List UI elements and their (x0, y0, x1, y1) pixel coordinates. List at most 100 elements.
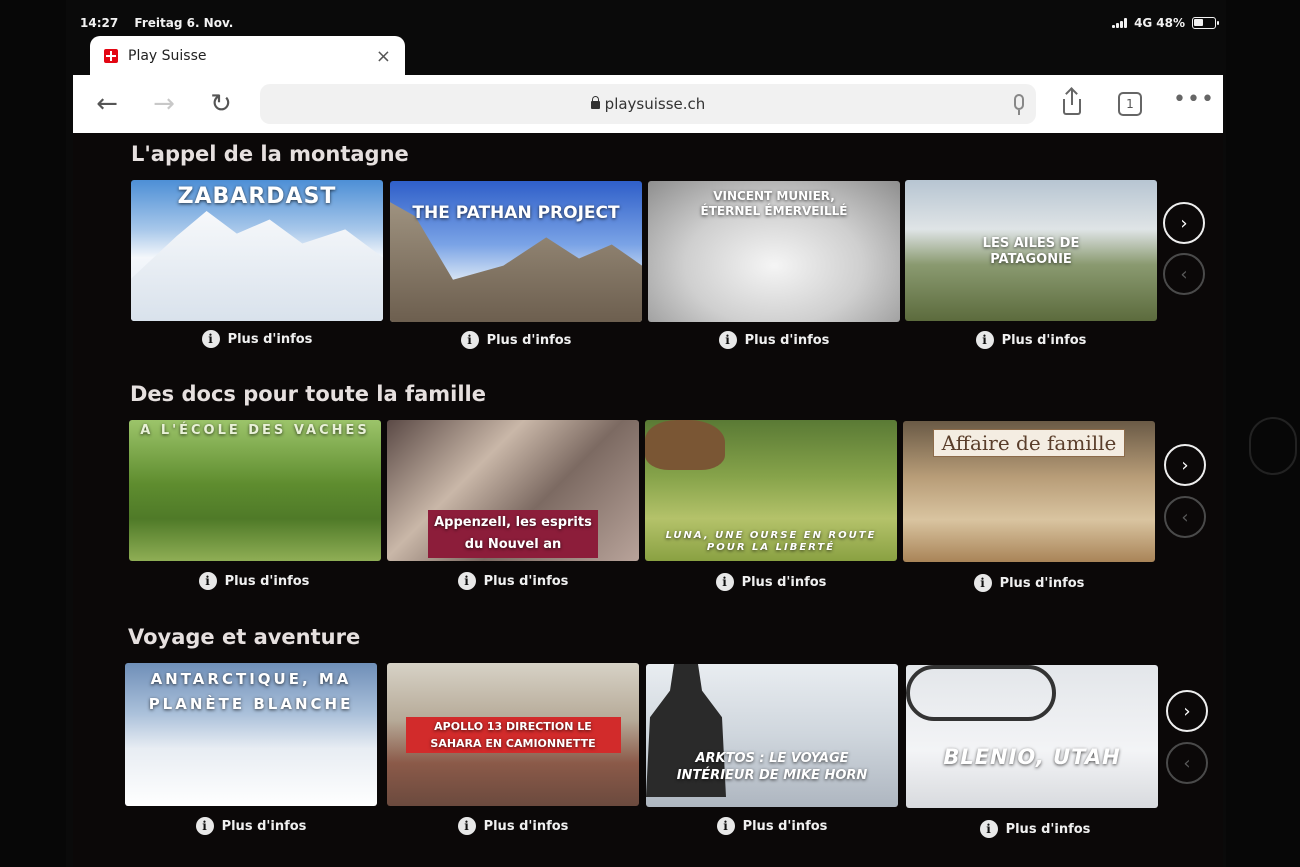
tab-title: Play Suisse (128, 48, 207, 64)
lock-icon (590, 96, 600, 109)
more-info-link[interactable]: i Plus d'infos (125, 817, 377, 835)
card-title: LES AILES DE PATAGONIE (982, 236, 1080, 267)
card-title: APOLLO 13 DIRECTION LE SAHARA EN CAMIONN… (387, 717, 639, 753)
carousel-next-button[interactable]: › (1166, 690, 1208, 732)
more-info-link[interactable]: i Plus d'infos (131, 330, 383, 348)
info-icon: i (975, 331, 994, 349)
section-title: L'appel de la montagne (131, 142, 409, 166)
info-icon: i (718, 331, 737, 349)
more-info-label: Plus d'infos (744, 332, 830, 348)
more-info-link[interactable]: i Plus d'infos (646, 817, 898, 835)
status-right: 4G 48% (1112, 16, 1219, 30)
ipad-side-button (1249, 417, 1297, 475)
card-zabardast[interactable]: ZABARDAST (131, 180, 383, 321)
card-antarctique[interactable]: ANTARCTIQUE, MA PLANÈTE BLANCHE (125, 663, 377, 806)
battery-percent: 48% (1156, 16, 1185, 30)
info-icon: i (198, 572, 217, 590)
more-info-label: Plus d'infos (741, 574, 827, 590)
forward-button[interactable]: → (147, 87, 181, 121)
status-time: 14:27 (80, 16, 119, 30)
card-title: ZABARDAST (177, 184, 337, 209)
carousel-next-button[interactable]: › (1163, 202, 1205, 244)
info-icon: i (979, 820, 998, 838)
section-title: Des docs pour toute la famille (130, 382, 486, 406)
card-title-text: Appenzell, les esprits du Nouvel an (428, 510, 598, 558)
card-title: A L'ÉCOLE DES VACHES (140, 423, 370, 438)
tab-overview-button[interactable]: 1 (1118, 92, 1142, 116)
more-info-label: Plus d'infos (999, 575, 1085, 591)
card-ecole-des-vaches[interactable]: A L'ÉCOLE DES VACHES (129, 420, 381, 561)
more-info-link[interactable]: i Plus d'infos (903, 574, 1155, 592)
info-icon: i (195, 817, 214, 835)
card-apollo-13[interactable]: APOLLO 13 DIRECTION LE SAHARA EN CAMIONN… (387, 663, 639, 806)
info-icon: i (460, 331, 479, 349)
carousel-next-button[interactable]: › (1164, 444, 1206, 486)
info-icon: i (457, 817, 476, 835)
card-title: Appenzell, les esprits du Nouvel an (387, 510, 639, 558)
bear-shape (645, 420, 725, 470)
more-info-link[interactable]: i Plus d'infos (390, 331, 642, 349)
url-display: playsuisse.ch (260, 95, 1036, 113)
network-type: 4G (1134, 16, 1153, 30)
more-info-link[interactable]: i Plus d'infos (645, 573, 897, 591)
browser-tab-bar: Play Suisse × + (73, 34, 1223, 76)
more-info-link[interactable]: i Plus d'infos (387, 817, 639, 835)
card-title: ANTARCTIQUE, MA PLANÈTE BLANCHE (148, 670, 354, 713)
reload-button[interactable]: ↻ (204, 87, 238, 121)
carousel-prev-button[interactable]: ‹ (1166, 742, 1208, 784)
card-image (129, 420, 381, 561)
more-info-label: Plus d'infos (221, 818, 307, 834)
card-arktos[interactable]: ARKTOS : LE VOYAGE INTÉRIEUR DE MIKE HOR… (646, 664, 898, 807)
more-menu-button[interactable]: ••• (1173, 87, 1215, 112)
card-title-text: Affaire de famille (932, 429, 1126, 457)
new-tab-button[interactable]: + (341, 38, 363, 70)
card-pathan-project[interactable]: THE PATHAN PROJECT (390, 181, 642, 322)
status-left: 14:27 Freitag 6. Nov. (80, 16, 245, 30)
more-info-label: Plus d'infos (742, 818, 828, 834)
info-icon: i (715, 573, 734, 591)
microphone-icon[interactable] (1014, 94, 1024, 115)
card-title: ARKTOS : LE VOYAGE INTÉRIEUR DE MIKE HOR… (676, 751, 868, 783)
close-tab-icon[interactable]: × (376, 46, 391, 67)
card-appenzell[interactable]: Appenzell, les esprits du Nouvel an (387, 420, 639, 561)
share-button[interactable] (1061, 89, 1083, 117)
card-ailes-de-patagonie[interactable]: LES AILES DE PATAGONIE (905, 180, 1157, 321)
more-info-link[interactable]: i Plus d'infos (648, 331, 900, 349)
card-title: LUNA, UNE OURSE EN ROUTE POUR LA LIBERTÉ (665, 530, 877, 553)
more-info-label: Plus d'infos (483, 573, 569, 589)
back-button[interactable]: ← (90, 87, 124, 121)
card-title: BLENIO, UTAH (943, 745, 1121, 769)
more-info-link[interactable]: i Plus d'infos (909, 820, 1161, 838)
address-bar[interactable]: playsuisse.ch (260, 84, 1036, 124)
info-icon: i (201, 330, 220, 348)
more-info-link[interactable]: i Plus d'infos (387, 572, 639, 590)
browser-toolbar: ← → ↻ playsuisse.ch 1 ••• (73, 75, 1223, 133)
card-luna-ourse[interactable]: LUNA, UNE OURSE EN ROUTE POUR LA LIBERTÉ (645, 420, 897, 561)
more-info-link[interactable]: i Plus d'infos (905, 331, 1157, 349)
more-info-label: Plus d'infos (1005, 821, 1091, 837)
url-text: playsuisse.ch (604, 95, 706, 113)
card-blenio-utah[interactable]: BLENIO, UTAH (906, 665, 1158, 808)
more-info-label: Plus d'infos (227, 331, 313, 347)
carousel-prev-button[interactable]: ‹ (1163, 253, 1205, 295)
status-bar: 14:27 Freitag 6. Nov. 4G 48% (80, 14, 1220, 34)
section-title: Voyage et aventure (128, 625, 361, 649)
card-vincent-munier[interactable]: VINCENT MUNIER, ÉTERNEL ÉMERVEILLÉ (648, 181, 900, 322)
battery-icon (1192, 17, 1219, 29)
signal-icon (1112, 18, 1128, 28)
card-title: THE PATHAN PROJECT (412, 203, 620, 223)
page-content: L'appel de la montagne ZABARDAST THE PAT… (73, 133, 1223, 867)
more-info-label: Plus d'infos (224, 573, 310, 589)
card-affaire-de-famille[interactable]: Affaire de famille (903, 421, 1155, 562)
more-info-label: Plus d'infos (483, 818, 569, 834)
motorbike-shape (906, 665, 1056, 721)
card-title-text: APOLLO 13 DIRECTION LE SAHARA EN CAMIONN… (405, 717, 621, 753)
swiss-cross-favicon-icon (104, 49, 118, 63)
carousel-prev-button[interactable]: ‹ (1164, 496, 1206, 538)
more-info-link[interactable]: i Plus d'infos (128, 572, 380, 590)
info-icon: i (457, 572, 476, 590)
card-title: VINCENT MUNIER, ÉTERNEL ÉMERVEILLÉ (700, 189, 848, 218)
card-title: Affaire de famille (903, 429, 1155, 457)
more-info-label: Plus d'infos (486, 332, 572, 348)
share-arrow-icon (1071, 89, 1073, 105)
